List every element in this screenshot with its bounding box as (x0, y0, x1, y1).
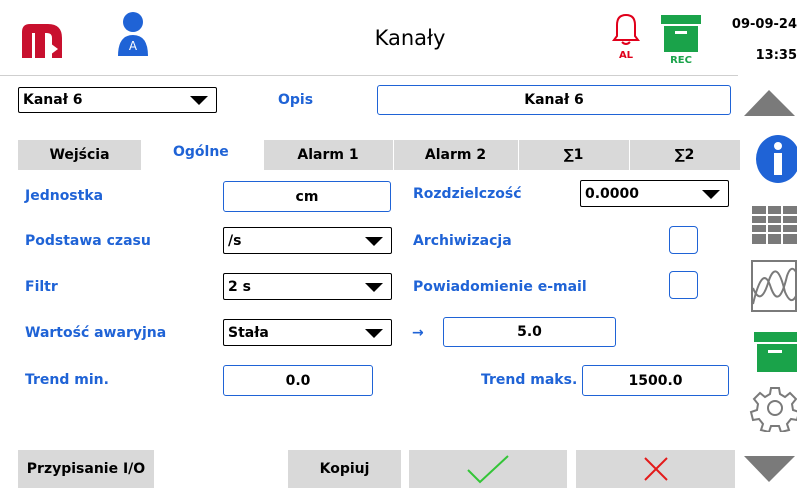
opis-label: Opis (278, 92, 314, 108)
filtr-value: 2 s (228, 278, 251, 295)
channel-select-value: Kanał 6 (23, 92, 83, 108)
trend-min-label: Trend min. (25, 372, 109, 388)
filtr-label: Filtr (25, 279, 58, 295)
io-assignment-label: Przypisanie I/O (26, 461, 146, 477)
archiwizacja-checkbox[interactable] (669, 226, 698, 254)
trend-view-button[interactable] (749, 258, 797, 314)
trend-min-input[interactable]: 0.0 (223, 365, 373, 396)
chevron-down-icon (702, 189, 720, 199)
jednostka-value: cm (295, 188, 319, 205)
filtr-select[interactable]: 2 s (223, 273, 392, 300)
app-logo (18, 18, 66, 60)
info-button[interactable] (752, 134, 797, 184)
copy-label: Kopiuj (319, 461, 370, 477)
header-date: 09-09-24 (731, 17, 797, 32)
channel-select[interactable]: Kanał 6 (18, 87, 217, 113)
copy-button[interactable]: Kopiuj (288, 450, 401, 488)
close-icon (643, 457, 668, 481)
wartosc-awaryjna-input[interactable]: 5.0 (443, 317, 616, 347)
tab-ogolne[interactable]: Ogólne (141, 137, 263, 167)
rozdzielczosc-select[interactable]: 0.0000 (580, 180, 729, 207)
tab-divider (263, 140, 264, 170)
checkmark-icon (467, 455, 509, 484)
tab-wejscia[interactable]: Wejścia (18, 140, 141, 170)
scroll-down-button[interactable] (742, 450, 797, 486)
trend-max-input[interactable]: 1500.0 (582, 365, 729, 396)
opis-input-value: Kanał 6 (524, 92, 584, 108)
tab-divider (518, 140, 519, 170)
tab-label: Wejścia (49, 147, 110, 163)
tab-label: ∑1 (563, 147, 584, 163)
rozdzielczosc-label: Rozdzielczość (413, 186, 522, 202)
chevron-down-icon (365, 328, 383, 338)
tab-sum-2[interactable]: ∑2 (629, 140, 740, 170)
io-assignment-button[interactable]: Przypisanie I/O (18, 450, 154, 488)
scroll-up-button[interactable] (742, 86, 797, 120)
settings-button[interactable] (749, 384, 797, 434)
trend-chart-icon (751, 260, 797, 312)
podstawa-czasu-label: Podstawa czasu (25, 233, 151, 249)
user-avatar-icon[interactable]: A (117, 11, 149, 57)
email-notification-label: Powiadomienie e-mail (413, 279, 587, 295)
tab-label: Ogólne (173, 144, 229, 160)
tab-sum-1[interactable]: ∑1 (518, 140, 629, 170)
header-divider (0, 75, 738, 76)
avatar-letter: A (128, 39, 138, 53)
archive-button[interactable] (752, 330, 797, 374)
cancel-button[interactable] (576, 450, 735, 488)
tab-divider (393, 140, 394, 170)
opis-input[interactable]: Kanał 6 (377, 85, 731, 115)
chevron-down-icon (190, 96, 208, 105)
alarm-bell-icon[interactable]: AL (611, 12, 641, 64)
tab-label: Alarm 1 (297, 147, 359, 163)
chevron-down-icon (365, 282, 383, 292)
arrow-right-icon: → (412, 325, 424, 341)
archiwizacja-label: Archiwizacja (413, 233, 512, 249)
tab-label: Alarm 2 (424, 147, 487, 163)
trend-max-label: Trend maks. (481, 372, 578, 388)
gear-icon (749, 387, 797, 434)
podstawa-czasu-select[interactable]: /s (223, 227, 392, 254)
trend-max-value: 1500.0 (628, 372, 683, 389)
table-view-button[interactable] (750, 204, 797, 246)
rec-label: REC (670, 55, 692, 66)
tab-label: ∑2 (674, 147, 695, 163)
trend-min-value: 0.0 (285, 372, 311, 389)
archive-icon (754, 332, 797, 372)
rec-archive-icon[interactable]: REC (659, 13, 703, 67)
email-notification-checkbox[interactable] (669, 271, 698, 299)
wartosc-awaryjna-select[interactable]: Stała (223, 319, 392, 346)
jednostka-label: Jednostka (25, 188, 104, 204)
header-time: 13:35 (755, 48, 797, 63)
tab-alarm-2[interactable]: Alarm 2 (393, 140, 518, 170)
alarm-label: AL (618, 50, 634, 61)
wartosc-awaryjna-number: 5.0 (517, 324, 542, 340)
info-icon (756, 135, 797, 183)
wartosc-awaryjna-value: Stała (228, 324, 269, 341)
triangle-down-icon (744, 456, 795, 482)
podstawa-czasu-value: /s (228, 232, 242, 249)
confirm-button[interactable] (409, 450, 567, 488)
grid-icon (752, 206, 797, 244)
tab-alarm-1[interactable]: Alarm 1 (263, 140, 393, 170)
jednostka-input[interactable]: cm (223, 181, 391, 212)
chevron-down-icon (365, 236, 383, 246)
tab-divider (629, 140, 630, 170)
triangle-up-icon (744, 90, 795, 116)
wartosc-awaryjna-label: Wartość awaryjna (25, 325, 167, 341)
rozdzielczosc-value: 0.0000 (585, 185, 640, 202)
page-title: Kanały (374, 26, 446, 50)
